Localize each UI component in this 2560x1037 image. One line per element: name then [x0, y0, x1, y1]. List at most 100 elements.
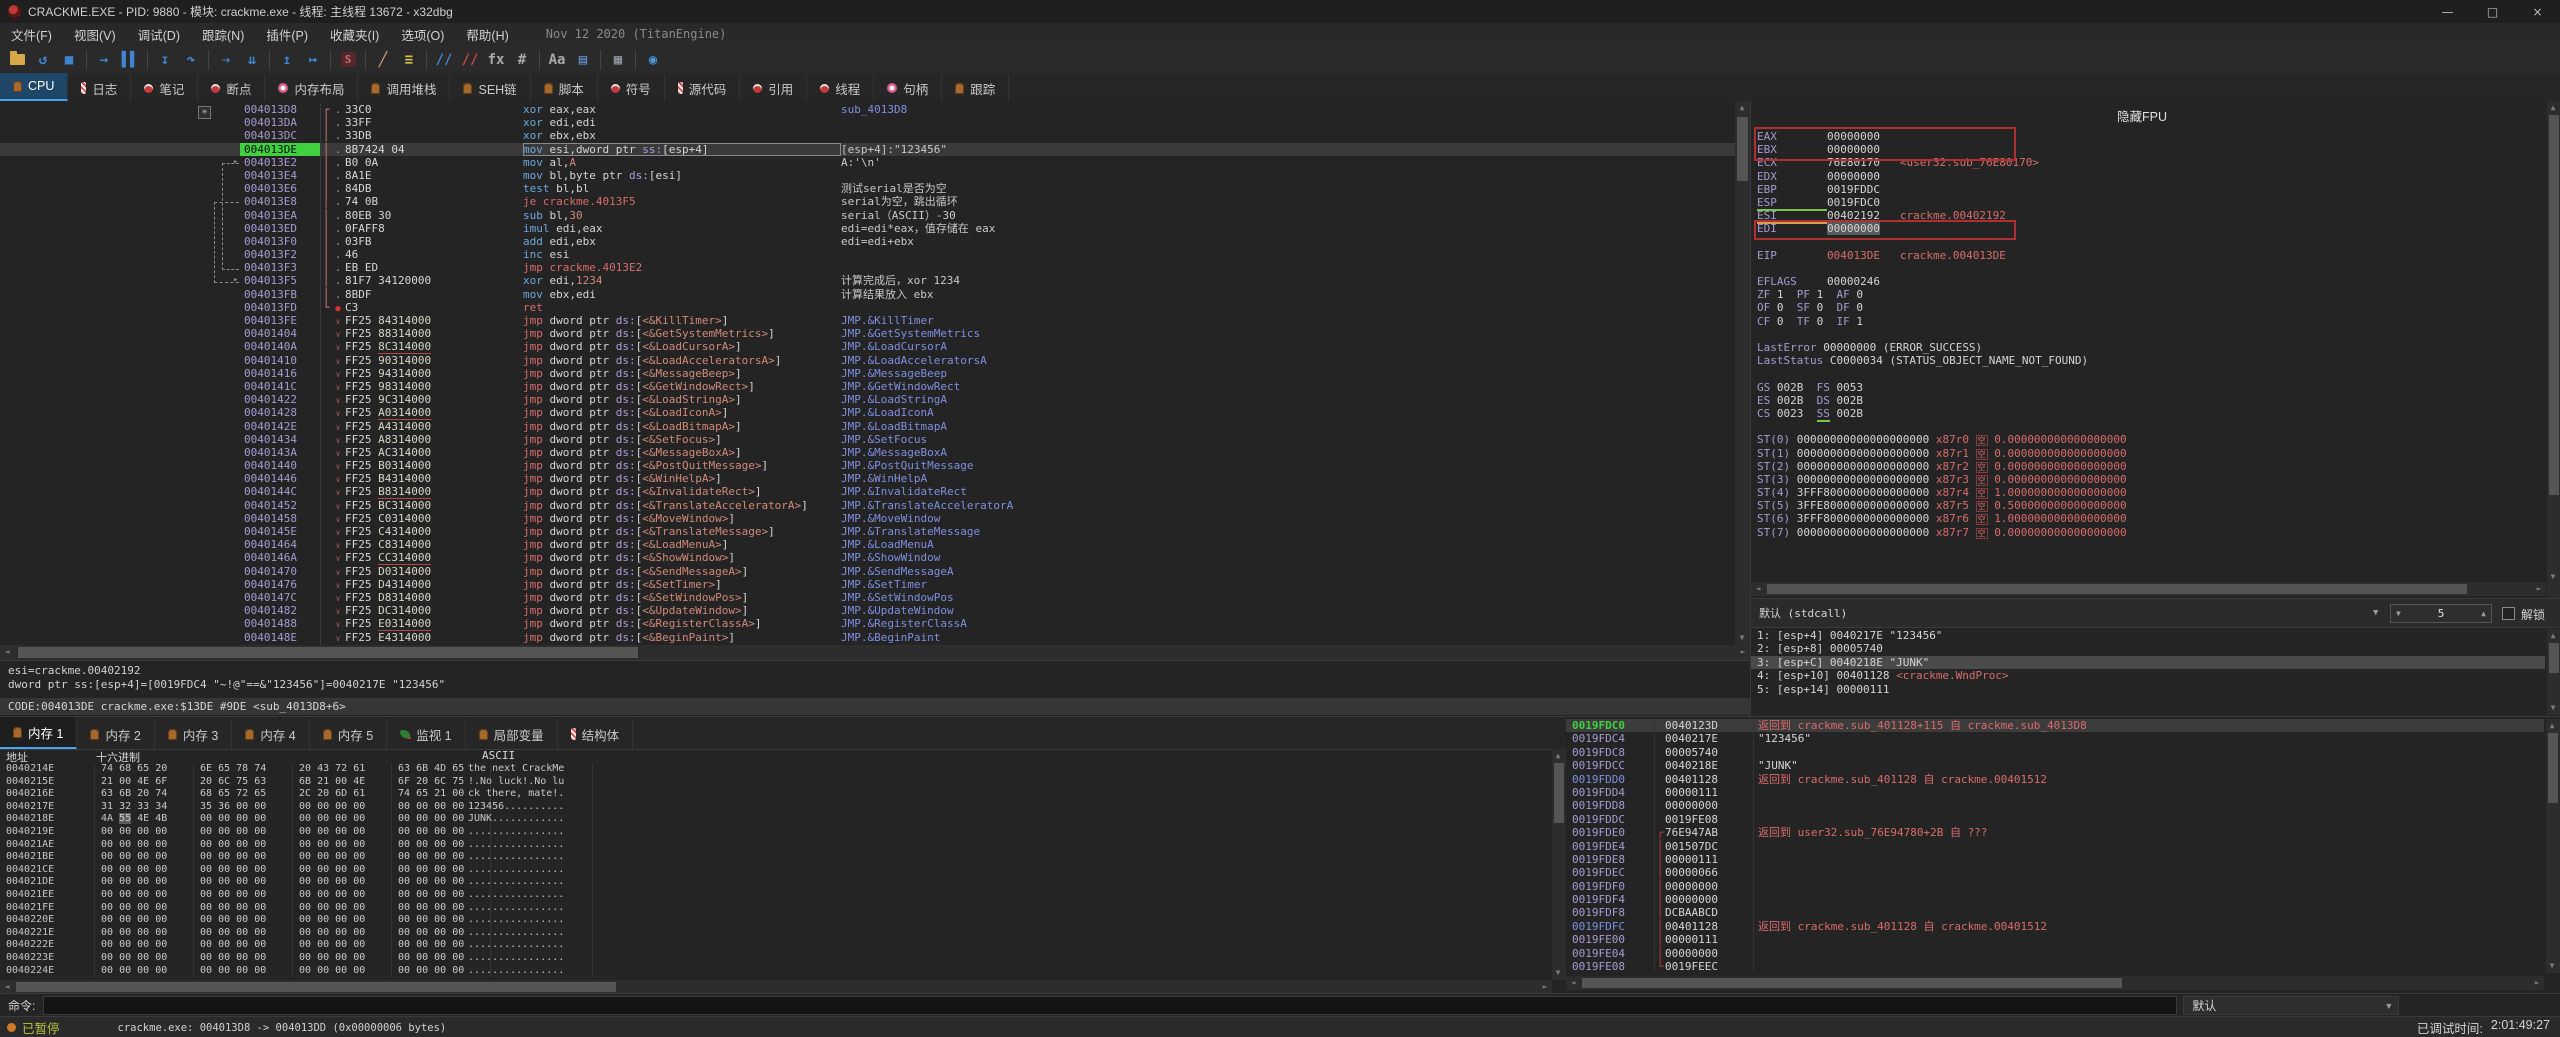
dump-byte[interactable]: 00 — [416, 914, 428, 925]
dump-byte[interactable]: 61 — [353, 763, 365, 774]
open-file-icon[interactable] — [4, 48, 30, 71]
dump-row[interactable]: 004021FE 00 00 00 00 00 00 00 00 00 00 00 0… — [0, 901, 1552, 915]
disasm-row[interactable]: 0040144C ∨ FF25 B8314000 jmp dword ptr ds:[… — [0, 485, 1735, 499]
dump-byte[interactable]: 00 — [335, 876, 347, 887]
registers-vscrollbar[interactable]: ▲ ▼ — [2547, 101, 2560, 598]
dump-byte[interactable]: 00 — [155, 864, 167, 875]
dump-tab-内存 2[interactable]: 内存 2 — [77, 719, 155, 749]
dump-byte[interactable]: 00 — [317, 902, 329, 913]
dump-byte[interactable]: 2C — [299, 788, 311, 799]
dump-tab-内存 4[interactable]: 内存 4 — [232, 719, 310, 749]
register-line[interactable] — [1751, 367, 2531, 380]
dump-byte[interactable]: 00 — [101, 876, 113, 887]
dump-byte[interactable]: 43 — [317, 763, 329, 774]
dump-byte[interactable]: 00 — [254, 801, 266, 812]
stack-row[interactable]: 0019FDE8 │ 00000111 — [1566, 852, 2544, 867]
dump-byte[interactable]: 00 — [398, 801, 410, 812]
dump-byte[interactable]: 00 — [335, 839, 347, 850]
dump-byte[interactable]: 00 — [155, 914, 167, 925]
dump-byte[interactable]: 63 — [101, 788, 113, 799]
dump-byte[interactable]: 00 — [101, 826, 113, 837]
dump-row[interactable]: 0040221E 00 00 00 00 00 00 00 00 00 00 00 0… — [0, 926, 1552, 940]
stack-row[interactable]: 0019FDE4 │ 001507DC — [1566, 839, 2544, 853]
trace-over-icon[interactable]: // — [457, 48, 483, 71]
dump-byte[interactable]: 00 — [416, 876, 428, 887]
dump-byte[interactable]: 00 — [335, 939, 347, 950]
dump-byte[interactable]: 00 — [155, 965, 167, 976]
dump-byte[interactable]: 00 — [434, 939, 446, 950]
dump-byte[interactable]: 00 — [101, 952, 113, 963]
dump-byte[interactable]: 00 — [398, 939, 410, 950]
argument-row[interactable]: 3: [esp+C] 0040218E "JUNK" — [1751, 655, 2545, 670]
menu-item[interactable]: 文件(F) — [0, 25, 63, 44]
dump-byte[interactable]: 00 — [254, 902, 266, 913]
dump-row[interactable]: 0040220E 00 00 00 00 00 00 00 00 00 00 00 0… — [0, 914, 1552, 927]
disasm-row[interactable]: 00401452 ∨ FF25 BC314000 jmp dword ptr ds:[… — [0, 498, 1735, 512]
dump-byte[interactable]: 20 — [299, 763, 311, 774]
dump-byte[interactable]: 00 — [254, 876, 266, 887]
dump-byte[interactable]: 00 — [416, 965, 428, 976]
dump-byte[interactable]: 00 — [236, 902, 248, 913]
dump-byte[interactable]: 4E — [137, 813, 149, 824]
dump-byte[interactable]: 00 — [434, 902, 446, 913]
dump-byte[interactable]: 00 — [416, 889, 428, 900]
disasm-row[interactable]: 004013DA │. 33FF xor edi,edi — [0, 116, 1735, 130]
stack-row[interactable]: 0019FDDC 0019FE08 — [1566, 812, 2544, 827]
dump-byte[interactable]: 00 — [101, 864, 113, 875]
dump-byte[interactable]: 00 — [353, 952, 365, 963]
dump-byte[interactable]: 00 — [200, 889, 212, 900]
argument-row[interactable]: 4: [esp+10] 00401128 <crackme.WndProc> — [1751, 669, 2545, 682]
dump-byte[interactable]: 00 — [353, 902, 365, 913]
disasm-row[interactable]: 0040143A ∨ FF25 AC314000 jmp dword ptr ds:[… — [0, 445, 1735, 460]
dump-byte[interactable]: 00 — [236, 851, 248, 862]
register-line[interactable]: ST(2) 00000000000000000000 x87r2 空 0.000… — [1751, 460, 2531, 473]
stack-row[interactable]: 0019FDF4 │ 00000000 — [1566, 893, 2544, 907]
dump-byte[interactable]: 00 — [137, 889, 149, 900]
dump-byte[interactable]: 00 — [119, 851, 131, 862]
dump-byte[interactable]: 36 — [218, 801, 230, 812]
dump-byte[interactable]: 00 — [155, 927, 167, 938]
dump-byte[interactable]: 00 — [254, 851, 266, 862]
dump-byte[interactable]: 20 — [137, 788, 149, 799]
dump-byte[interactable]: 00 — [200, 876, 212, 887]
disasm-row[interactable]: 00401470 ∨ FF25 D0314000 jmp dword ptr ds:[… — [0, 564, 1735, 578]
dump-byte[interactable]: 00 — [155, 839, 167, 850]
dump-byte[interactable]: 00 — [236, 826, 248, 837]
register-line[interactable]: EFLAGS 00000246 — [1751, 275, 2531, 288]
dump-byte[interactable]: 6C — [434, 776, 446, 787]
dump-byte[interactable]: 00 — [353, 939, 365, 950]
register-line[interactable]: EIP 004013DE crackme.004013DE — [1751, 249, 2531, 262]
tab-SEH链[interactable]: SEH链 — [450, 75, 531, 101]
disasm-row[interactable]: 0040142E ∨ FF25 A4314000 jmp dword ptr ds:[… — [0, 419, 1735, 433]
disasm-row[interactable]: 00401476 ∨ FF25 D4314000 jmp dword ptr ds:[… — [0, 577, 1735, 591]
register-line[interactable] — [1751, 420, 2531, 433]
disasm-row[interactable]: 00401482 ∨ FF25 DC314000 jmp dword ptr ds:[… — [0, 604, 1735, 618]
unlock-checkbox[interactable] — [2502, 607, 2515, 620]
maximize-button[interactable]: □ — [2470, 0, 2515, 23]
dump-byte[interactable]: 20 — [317, 788, 329, 799]
disasm-row[interactable]: 004013F3 │. EB ED jmp crackme.4013E2 — [0, 261, 1735, 275]
dump-byte[interactable]: 00 — [398, 864, 410, 875]
dump-byte[interactable]: 72 — [236, 788, 248, 799]
stack-vscrollbar[interactable]: ▲ ▼ — [2546, 719, 2560, 973]
disasm-row[interactable]: 004013DC │. 33DB xor ebx,ebx — [0, 129, 1735, 143]
dump-byte[interactable]: 00 — [200, 939, 212, 950]
dump-byte[interactable]: 00 — [137, 927, 149, 938]
stack-row[interactable]: 0019FE08 └ 0019FEEC — [1566, 960, 2544, 974]
tab-内存布局[interactable]: 内存布局 — [265, 75, 359, 101]
dump-byte[interactable]: 00 — [119, 826, 131, 837]
register-line[interactable] — [1751, 262, 2531, 275]
register-line[interactable]: EDX 00000000 — [1751, 170, 2531, 183]
dump-byte[interactable]: 00 — [299, 826, 311, 837]
dump-row[interactable]: 004021AE 00 00 00 00 00 00 00 00 00 00 00 0… — [0, 838, 1552, 852]
dump-byte[interactable]: 00 — [353, 889, 365, 900]
tab-线程[interactable]: 线程 — [807, 75, 875, 101]
dump-row[interactable]: 004021EE 00 00 00 00 00 00 00 00 00 00 00 0… — [0, 888, 1552, 902]
dump-byte[interactable]: 00 — [335, 902, 347, 913]
dump-byte[interactable]: 00 — [236, 965, 248, 976]
dump-byte[interactable]: 00 — [101, 889, 113, 900]
disasm-row[interactable]: 004013FE ∨ FF25 84314000 jmp dword ptr ds:[… — [0, 314, 1735, 328]
dump-tab-结构体[interactable]: 结构体 — [558, 719, 634, 749]
dump-byte[interactable]: 65 — [218, 788, 230, 799]
dump-byte[interactable]: 00 — [200, 927, 212, 938]
